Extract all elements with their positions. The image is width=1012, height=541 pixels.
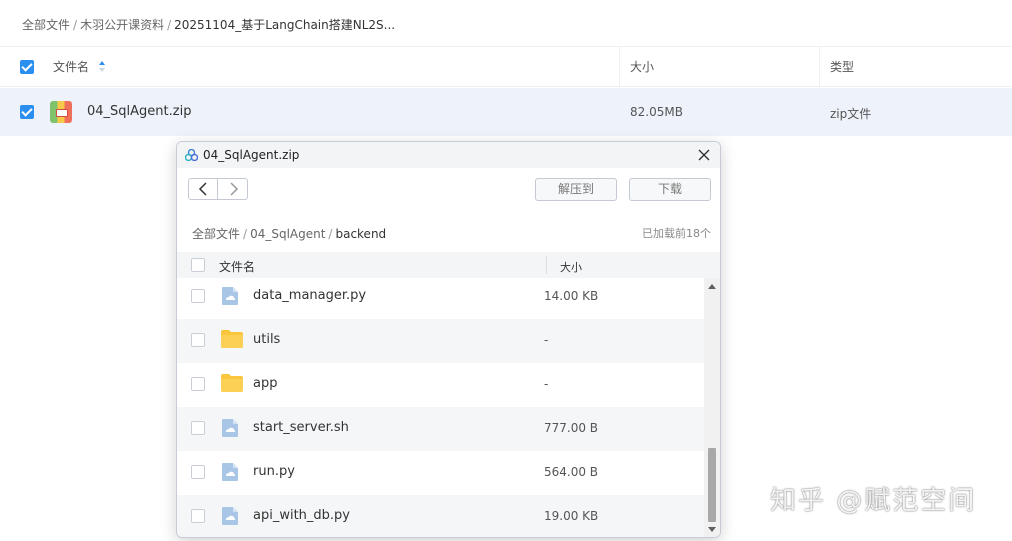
- download-button[interactable]: 下载: [629, 178, 711, 201]
- file-name[interactable]: start_server.sh: [253, 420, 349, 435]
- zip-file-icon: [50, 101, 72, 123]
- file-size: 19.00 KB: [544, 509, 599, 523]
- dialog-file-list: data_manager.py 14.00 KB utils - app - s…: [177, 278, 704, 537]
- breadcrumb-item-course[interactable]: 木羽公开课资料: [80, 18, 164, 32]
- file-type: zip文件: [830, 107, 872, 121]
- row-checkbox[interactable]: [191, 509, 205, 523]
- sort-icon[interactable]: [98, 48, 105, 88]
- breadcrumb: 全部文件 / 木羽公开课资料/20251104_基于LangChain搭建NL2S.…: [22, 16, 395, 33]
- file-name[interactable]: utils: [253, 332, 280, 347]
- loaded-count-text: 已加载前18个: [642, 227, 711, 240]
- navigation-buttons: [188, 178, 248, 200]
- list-item[interactable]: app -: [177, 363, 704, 407]
- file-name[interactable]: data_manager.py: [253, 288, 366, 303]
- select-all-checkbox[interactable]: [20, 60, 34, 74]
- back-button[interactable]: [189, 179, 218, 199]
- list-item[interactable]: utils -: [177, 319, 704, 363]
- dialog-breadcrumb: 全部文件/04_SqlAgent / backend: [192, 225, 386, 242]
- file-size: 777.00 B: [544, 421, 599, 435]
- app-logo-icon: [184, 148, 199, 165]
- chevron-right-icon: [230, 182, 239, 196]
- dialog-breadcrumb-current: backend: [335, 227, 387, 241]
- column-divider[interactable]: [619, 47, 620, 87]
- breadcrumb-separator: /: [328, 227, 333, 241]
- watermark: 知乎 @赋范空间: [770, 486, 977, 516]
- column-header-type[interactable]: 类型: [830, 47, 854, 87]
- forward-button[interactable]: [219, 179, 248, 199]
- dialog-column-size[interactable]: 大小: [560, 259, 582, 275]
- scroll-down-arrow-icon[interactable]: [708, 527, 716, 532]
- dialog-select-all-checkbox[interactable]: [191, 258, 205, 272]
- row-checkbox[interactable]: [20, 105, 34, 119]
- file-icon: [221, 462, 239, 486]
- row-checkbox[interactable]: [191, 377, 205, 391]
- file-size: -: [544, 377, 549, 391]
- row-checkbox[interactable]: [191, 289, 205, 303]
- dialog-title: 04_SqlAgent.zip: [203, 148, 300, 162]
- file-icon: [221, 418, 239, 442]
- folder-icon: [221, 330, 243, 352]
- file-name[interactable]: app: [253, 376, 277, 391]
- breadcrumb-current: 20251104_基于LangChain搭建NL2S...: [174, 18, 396, 32]
- row-checkbox[interactable]: [191, 465, 205, 479]
- vertical-scrollbar[interactable]: [704, 278, 720, 537]
- row-checkbox[interactable]: [191, 333, 205, 347]
- column-header-name-label: 文件名: [53, 60, 90, 74]
- file-size: 82.05MB: [630, 105, 683, 119]
- file-name[interactable]: api_with_db.py: [253, 508, 350, 523]
- scrollbar-thumb[interactable]: [708, 448, 716, 522]
- extract-to-button[interactable]: 解压到: [535, 178, 617, 201]
- file-size: -: [544, 333, 549, 347]
- file-table-header: 文件名 大小 类型: [0, 46, 1012, 87]
- file-name[interactable]: 04_SqlAgent.zip: [87, 104, 191, 119]
- list-item[interactable]: start_server.sh 777.00 B: [177, 407, 704, 451]
- row-checkbox[interactable]: [191, 421, 205, 435]
- close-button[interactable]: [695, 146, 713, 164]
- scroll-up-arrow-icon[interactable]: [708, 284, 716, 289]
- dialog-list-header: 文件名 大小: [177, 252, 720, 278]
- file-icon: [221, 286, 239, 310]
- file-size: 14.00 KB: [544, 289, 599, 303]
- folder-icon: [221, 374, 243, 396]
- zip-preview-dialog: 04_SqlAgent.zip 解压到 下载 全部文件/04_SqlAgent /…: [176, 141, 721, 538]
- chevron-left-icon: [198, 182, 207, 196]
- breadcrumb-separator: /: [73, 18, 78, 32]
- dialog-breadcrumb-sqlagent[interactable]: 04_SqlAgent: [250, 227, 325, 241]
- column-header-size[interactable]: 大小: [630, 47, 654, 87]
- dialog-column-name[interactable]: 文件名: [219, 258, 255, 275]
- column-header-name[interactable]: 文件名: [53, 47, 105, 87]
- column-divider[interactable]: [819, 47, 820, 87]
- list-item[interactable]: data_manager.py 14.00 KB: [177, 278, 704, 319]
- close-icon: [698, 149, 710, 161]
- table-row[interactable]: 04_SqlAgent.zip 82.05MB zip文件: [0, 88, 1012, 136]
- breadcrumb-separator: /: [167, 18, 172, 32]
- dialog-title-bar[interactable]: 04_SqlAgent.zip: [177, 142, 720, 168]
- list-item[interactable]: run.py 564.00 B: [177, 451, 704, 495]
- file-size: 564.00 B: [544, 465, 599, 479]
- dialog-breadcrumb-all-files[interactable]: 全部文件: [192, 227, 240, 241]
- breadcrumb-separator: /: [243, 227, 248, 241]
- file-icon: [221, 506, 239, 530]
- file-name[interactable]: run.py: [253, 464, 295, 479]
- column-divider[interactable]: [546, 256, 547, 274]
- list-item[interactable]: api_with_db.py 19.00 KB: [177, 495, 704, 537]
- breadcrumb-item-all-files[interactable]: 全部文件: [22, 18, 70, 32]
